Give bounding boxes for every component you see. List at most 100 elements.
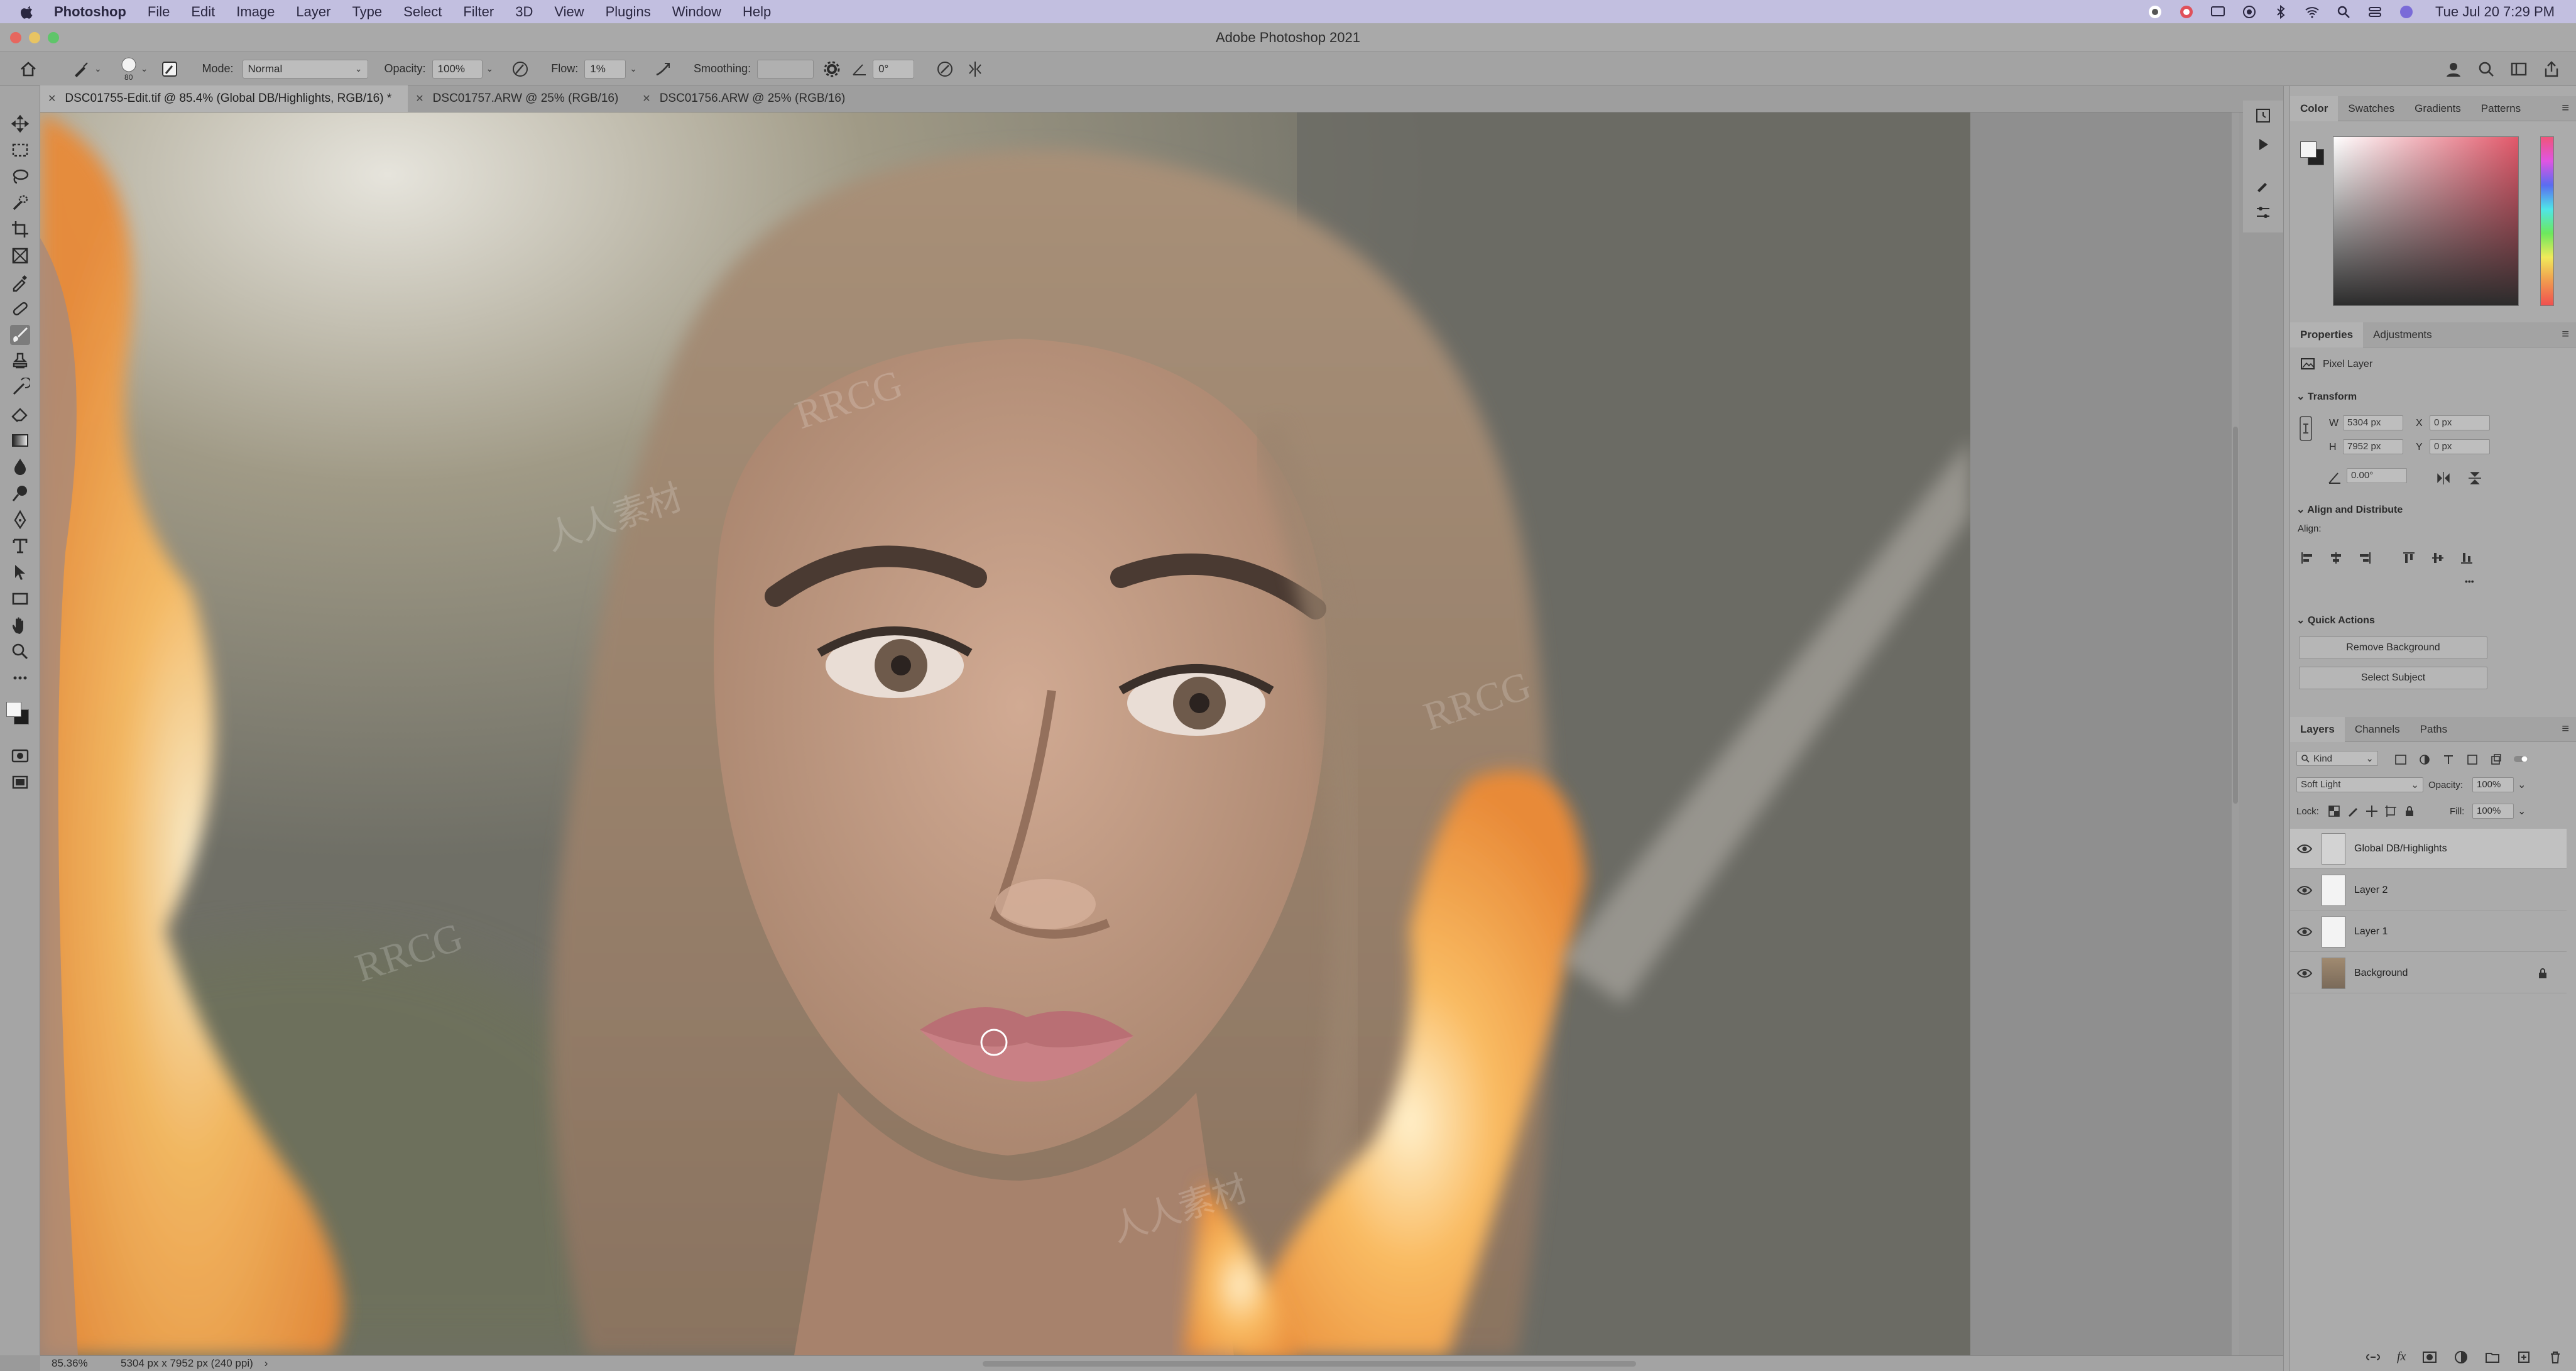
hue-slider[interactable] <box>2540 136 2554 306</box>
lasso-tool-icon[interactable] <box>10 167 30 187</box>
foreground-color-chip[interactable] <box>2300 141 2317 158</box>
document-tab[interactable]: ✕ DSC01757.ARW @ 25% (RGB/16) <box>408 85 635 112</box>
align-middle-vertical-icon[interactable] <box>2431 551 2445 565</box>
search-icon[interactable] <box>2477 60 2496 79</box>
apple-menu-icon[interactable] <box>20 4 35 19</box>
quick-actions-section-header[interactable]: ⌄ Quick Actions <box>2296 614 2375 626</box>
visibility-eye-icon[interactable] <box>2296 841 2313 857</box>
symmetry-icon[interactable] <box>966 60 985 79</box>
creative-cloud-icon[interactable] <box>2179 4 2194 19</box>
frame-tool-icon[interactable] <box>10 246 30 266</box>
screen-mode-icon[interactable] <box>10 772 30 792</box>
crop-tool-icon[interactable] <box>10 219 30 239</box>
zoom-tool-icon[interactable] <box>10 642 30 662</box>
width-field[interactable]: 5304 px <box>2343 415 2403 430</box>
pressure-opacity-icon[interactable] <box>511 60 530 79</box>
control-center-icon[interactable] <box>2367 4 2382 19</box>
more-align-options-icon[interactable]: ••• <box>2465 576 2474 586</box>
layer-style-fx-icon[interactable]: fx <box>2397 1350 2406 1365</box>
eraser-tool-icon[interactable] <box>10 404 30 424</box>
layer-name[interactable]: Layer 1 <box>2354 926 2388 937</box>
add-mask-icon[interactable] <box>2422 1350 2437 1365</box>
healing-brush-tool-icon[interactable] <box>10 298 30 319</box>
lock-image-pixels-icon[interactable] <box>2347 805 2359 817</box>
menu-3d[interactable]: 3D <box>515 4 533 20</box>
home-icon[interactable] <box>19 60 38 79</box>
visibility-eye-icon[interactable] <box>2296 924 2313 940</box>
panel-menu-icon[interactable]: ≡ <box>2562 101 2569 116</box>
dodge-tool-icon[interactable] <box>10 483 30 503</box>
align-section-header[interactable]: ⌄ Align and Distribute <box>2296 503 2403 516</box>
menu-layer[interactable]: Layer <box>296 4 330 20</box>
history-panel-icon[interactable] <box>2254 107 2272 124</box>
menu-filter[interactable]: Filter <box>463 4 494 20</box>
layer-row[interactable]: Global DB/Highlights <box>2290 829 2567 869</box>
hand-tool-icon[interactable] <box>10 615 30 635</box>
lock-all-icon[interactable] <box>2403 805 2416 817</box>
app-menu[interactable]: Photoshop <box>54 4 126 20</box>
share-icon[interactable] <box>2542 60 2561 79</box>
layer-name[interactable]: Background <box>2354 968 2408 979</box>
select-subject-button[interactable]: Select Subject <box>2299 667 2487 689</box>
foreground-color-swatch[interactable] <box>6 702 21 717</box>
menu-plugins[interactable]: Plugins <box>606 4 651 20</box>
color-picker-field[interactable] <box>2333 136 2519 306</box>
tab-patterns[interactable]: Patterns <box>2471 96 2531 121</box>
layer-opacity-field[interactable]: 100% <box>2472 777 2514 792</box>
filter-toggle-icon[interactable] <box>2513 751 2529 767</box>
quick-selection-tool-icon[interactable] <box>10 193 30 213</box>
pressure-size-icon[interactable] <box>936 60 954 79</box>
x-field[interactable]: 0 px <box>2430 415 2490 430</box>
menu-image[interactable]: Image <box>236 4 275 20</box>
tab-layers[interactable]: Layers <box>2290 716 2345 742</box>
menubar-clock[interactable]: Tue Jul 20 7:29 PM <box>2435 4 2555 20</box>
spotlight-search-icon[interactable] <box>2336 4 2351 19</box>
brush-settings-panel-icon[interactable] <box>2254 176 2272 194</box>
chevron-down-icon[interactable]: ⌄ <box>94 63 102 74</box>
siri-icon[interactable] <box>2399 4 2414 19</box>
window-close-button[interactable] <box>10 32 21 43</box>
document-tab-active[interactable]: ✕ DSC01755-Edit.tif @ 85.4% (Global DB/H… <box>40 85 408 112</box>
align-top-icon[interactable] <box>2402 551 2416 565</box>
layer-row[interactable]: Layer 2 <box>2290 870 2567 910</box>
menu-window[interactable]: Window <box>672 4 721 20</box>
menu-edit[interactable]: Edit <box>191 4 215 20</box>
visibility-eye-icon[interactable] <box>2296 965 2313 981</box>
new-adjustment-layer-icon[interactable] <box>2453 1350 2469 1365</box>
remove-background-button[interactable]: Remove Background <box>2299 636 2487 659</box>
brush-settings-icon[interactable] <box>160 60 179 79</box>
close-tab-icon[interactable]: ✕ <box>48 92 56 105</box>
filter-pixel-icon[interactable] <box>2394 753 2407 766</box>
filter-adjustment-icon[interactable] <box>2418 753 2431 766</box>
new-group-icon[interactable] <box>2485 1350 2500 1365</box>
pen-tool-icon[interactable] <box>10 510 30 530</box>
tab-adjustments[interactable]: Adjustments <box>2363 322 2442 347</box>
lock-artboard-icon[interactable] <box>2384 805 2397 817</box>
flow-field[interactable]: 1% <box>584 59 626 79</box>
chevron-down-icon[interactable]: ⌄ <box>2518 805 2526 817</box>
layer-row[interactable]: Background <box>2290 953 2567 993</box>
workspace-icon[interactable] <box>2509 60 2528 79</box>
menu-view[interactable]: View <box>554 4 584 20</box>
opacity-field[interactable]: 100% <box>432 59 483 79</box>
scrollbar-thumb[interactable] <box>2233 427 2238 804</box>
canvas-vertical-scrollbar[interactable] <box>2232 112 2239 1355</box>
quick-mask-icon[interactable] <box>10 746 30 766</box>
chevron-down-icon[interactable]: ⌄ <box>630 63 637 74</box>
canvas-area[interactable]: RRCG RRCG RRCG 人人素材 人人素材 <box>40 112 2239 1355</box>
layer-name[interactable]: Global DB/Highlights <box>2354 843 2447 855</box>
tab-gradients[interactable]: Gradients <box>2404 96 2471 121</box>
document-tab[interactable]: ✕ DSC01756.ARW @ 25% (RGB/16) <box>635 85 861 112</box>
flip-vertical-icon[interactable] <box>2467 471 2482 486</box>
close-tab-icon[interactable]: ✕ <box>642 92 650 105</box>
tab-channels[interactable]: Channels <box>2345 717 2410 742</box>
panel-divider[interactable] <box>2283 86 2289 1371</box>
layer-row[interactable]: Layer 1 <box>2290 912 2567 952</box>
tab-swatches[interactable]: Swatches <box>2338 96 2404 121</box>
menu-select[interactable]: Select <box>403 4 442 20</box>
height-field[interactable]: 7952 px <box>2343 439 2403 454</box>
mode-select[interactable]: Normal ⌄ <box>242 59 368 79</box>
move-tool-icon[interactable] <box>10 114 30 134</box>
chevron-down-icon[interactable]: ⌄ <box>141 63 148 74</box>
smoothing-field[interactable] <box>757 59 814 79</box>
